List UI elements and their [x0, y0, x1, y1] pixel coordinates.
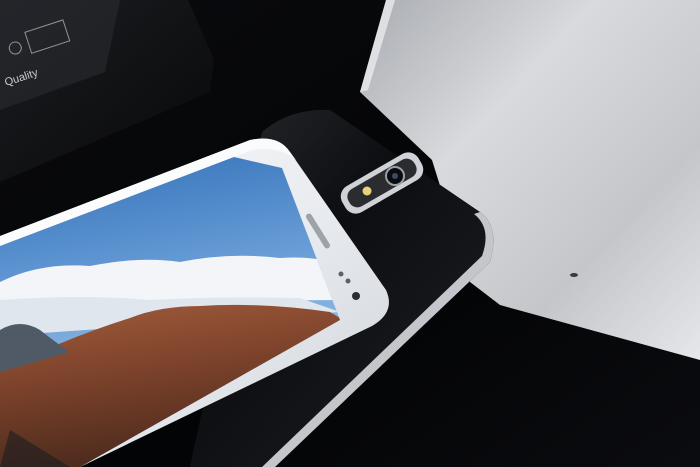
front-sensor-dot — [338, 271, 344, 277]
front-camera-icon — [352, 292, 360, 300]
flash-icon — [362, 186, 372, 196]
product-photo: Quality — [0, 0, 700, 467]
front-sensor-dot — [345, 278, 351, 284]
tablet-sensor-dot — [570, 273, 578, 277]
